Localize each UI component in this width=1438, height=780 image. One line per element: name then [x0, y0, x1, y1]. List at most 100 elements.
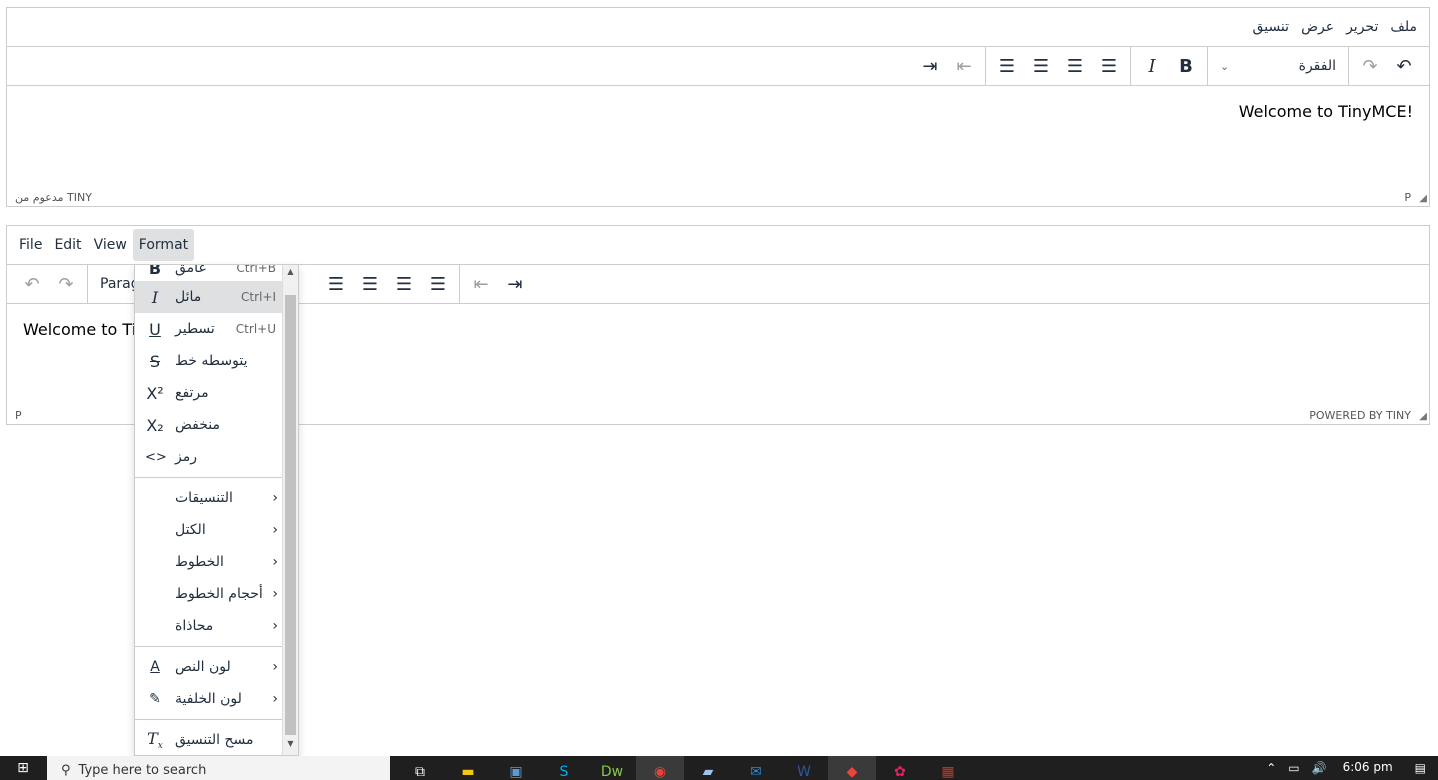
ltr-path[interactable]: P — [15, 409, 22, 422]
anydesk-icon[interactable]: ◆ — [828, 756, 876, 780]
menu-view[interactable]: View — [88, 229, 133, 261]
align-justify-icon[interactable]: ☰ — [990, 49, 1024, 83]
dreamweaver-icon[interactable]: Dw — [588, 756, 636, 780]
resize-handle-icon[interactable]: ◢ — [1419, 193, 1427, 204]
redo-icon[interactable]: ↷ — [1353, 49, 1387, 83]
align-right-icon[interactable]: ☰ — [387, 267, 421, 301]
menu-scrollbar[interactable]: ▲ ▼ — [282, 265, 298, 755]
chevron-right-icon: › — [272, 586, 278, 602]
menu-edit-ar[interactable]: تحرير — [1340, 11, 1384, 43]
align-right-icon[interactable]: ☰ — [1024, 49, 1058, 83]
rtl-content-area[interactable]: Welcome to TinyMCE! — [7, 86, 1429, 188]
notepad-icon[interactable]: ▰ — [684, 756, 732, 780]
menu-item-italic[interactable]: I مائل Ctrl+I — [135, 281, 284, 313]
text-color-icon: A — [150, 659, 160, 675]
undo-icon[interactable]: ↶ — [1387, 49, 1421, 83]
skype-icon[interactable]: S — [540, 756, 588, 780]
scrollbar-thumb[interactable] — [285, 295, 296, 735]
ltr-branding[interactable]: POWERED BY TINY — [1309, 409, 1411, 422]
align-center-icon[interactable]: ☰ — [353, 267, 387, 301]
menu-item-text-color[interactable]: A لون النص › — [135, 651, 284, 683]
menu-item-subscript[interactable]: X₂ منخفض — [135, 409, 284, 441]
italic-icon[interactable]: I — [1135, 49, 1169, 83]
search-icon: ⚲ — [61, 763, 71, 778]
store-icon[interactable]: ▣ — [492, 756, 540, 780]
resize-handle-icon[interactable]: ◢ — [1419, 411, 1427, 422]
menu-item-font-sizes[interactable]: أحجام الخطوط › — [135, 578, 284, 610]
chevron-right-icon: › — [272, 618, 278, 634]
menu-item-align[interactable]: محاذاة › — [135, 610, 284, 642]
menu-file-ar[interactable]: ملف — [1384, 11, 1423, 43]
volume-icon[interactable]: 🔊 — [1306, 761, 1333, 775]
strikethrough-icon: S — [149, 351, 161, 371]
rtl-branding[interactable]: مدعوم من TINY — [15, 191, 92, 204]
taskbar-apps: ⧉ ▬ ▣ S Dw ◉ ▰ ✉ W ◆ ✿ ▦ — [396, 756, 972, 780]
bold-icon: B — [148, 264, 162, 278]
word-icon[interactable]: W — [780, 756, 828, 780]
network-icon[interactable]: ▭ — [1282, 761, 1305, 775]
menu-file[interactable]: File — [13, 229, 48, 261]
search-placeholder: Type here to search — [78, 763, 207, 778]
code-icon: <> — [145, 449, 167, 465]
indent-icon[interactable]: ⇥ — [913, 49, 947, 83]
menu-format[interactable]: Format — [132, 229, 195, 261]
underline-icon: U — [149, 319, 161, 339]
chevron-right-icon: › — [272, 691, 278, 707]
menu-item-blocks[interactable]: الكتل › — [135, 514, 284, 546]
menu-format-ar[interactable]: تنسيق — [1247, 11, 1296, 43]
rtl-editor: ملف تحرير عرض تنسيق ↶ ↷ الفقرة ⌄ B I ☰ ☰… — [6, 7, 1430, 207]
outdent-icon[interactable]: ⇤ — [464, 267, 498, 301]
format-menu: B غامق Ctrl+B I مائل Ctrl+I U تسطير Ctrl… — [134, 264, 299, 756]
app2-icon[interactable]: ▦ — [924, 756, 972, 780]
superscript-icon: X² — [146, 383, 164, 403]
menu-edit[interactable]: Edit — [48, 229, 87, 261]
align-left-icon[interactable]: ☰ — [1092, 49, 1126, 83]
rtl-toolbar: ↶ ↷ الفقرة ⌄ B I ☰ ☰ ☰ ☰ ⇤ ⇥ — [7, 46, 1429, 86]
task-view-icon[interactable]: ⧉ — [396, 756, 444, 780]
app-icon[interactable]: ✿ — [876, 756, 924, 780]
chevron-right-icon: › — [272, 554, 278, 570]
align-center-icon[interactable]: ☰ — [1058, 49, 1092, 83]
menu-item-code[interactable]: <> رمز — [135, 441, 284, 473]
clock[interactable]: 6:06 pm — [1333, 756, 1403, 774]
menu-item-fonts[interactable]: الخطوط › — [135, 546, 284, 578]
windows-taskbar: ⊞ ⚲ Type here to search ⧉ ▬ ▣ S Dw ◉ ▰ ✉… — [0, 756, 1438, 780]
italic-icon: I — [151, 287, 159, 307]
mail-icon[interactable]: ✉ — [732, 756, 780, 780]
chevron-down-icon: ⌄ — [1220, 59, 1230, 73]
chrome-icon[interactable]: ◉ — [636, 756, 684, 780]
chevron-right-icon: › — [272, 490, 278, 506]
bold-icon[interactable]: B — [1169, 49, 1203, 83]
chevron-right-icon: › — [272, 522, 278, 538]
align-justify-icon[interactable]: ☰ — [421, 267, 455, 301]
undo-icon[interactable]: ↶ — [15, 267, 49, 301]
menu-separator — [135, 477, 284, 478]
indent-icon[interactable]: ⇥ — [498, 267, 532, 301]
outdent-icon[interactable]: ⇤ — [947, 49, 981, 83]
block-format-value: الفقرة — [1298, 58, 1336, 74]
menu-item-formats[interactable]: التنسيقات › — [135, 482, 284, 514]
menu-item-background-color[interactable]: ✎ لون الخلفية › — [135, 683, 284, 715]
rtl-menubar: ملف تحرير عرض تنسيق — [7, 8, 1429, 47]
scroll-down-icon[interactable]: ▼ — [283, 739, 298, 753]
file-explorer-icon[interactable]: ▬ — [444, 756, 492, 780]
notifications-icon[interactable]: ▤ — [1403, 761, 1438, 775]
taskbar-search-input[interactable]: ⚲ Type here to search — [47, 756, 390, 780]
rtl-statusbar: P مدعوم من TINY — [7, 188, 1429, 206]
rtl-path[interactable]: P — [1404, 191, 1411, 204]
chevron-up-icon[interactable]: ⌃ — [1260, 761, 1282, 775]
redo-icon[interactable]: ↷ — [49, 267, 83, 301]
align-left-icon[interactable]: ☰ — [319, 267, 353, 301]
menu-view-ar[interactable]: عرض — [1295, 11, 1340, 43]
menu-item-clear-formatting[interactable]: Tx مسح التنسيق — [135, 724, 284, 755]
menu-item-strikethrough[interactable]: S يتوسطه خط — [135, 345, 284, 377]
windows-start-icon[interactable]: ⊞ — [0, 756, 46, 780]
scroll-up-icon[interactable]: ▲ — [283, 267, 298, 281]
menu-item-underline[interactable]: U تسطير Ctrl+U — [135, 313, 284, 345]
menu-item-superscript[interactable]: X² مرتفع — [135, 377, 284, 409]
subscript-icon: X₂ — [146, 415, 164, 435]
rtl-content-text: Welcome to TinyMCE! — [1238, 102, 1413, 121]
block-format-select[interactable]: الفقرة ⌄ — [1212, 49, 1344, 83]
clear-formatting-icon: Tx — [147, 728, 163, 752]
menu-separator — [135, 646, 284, 647]
